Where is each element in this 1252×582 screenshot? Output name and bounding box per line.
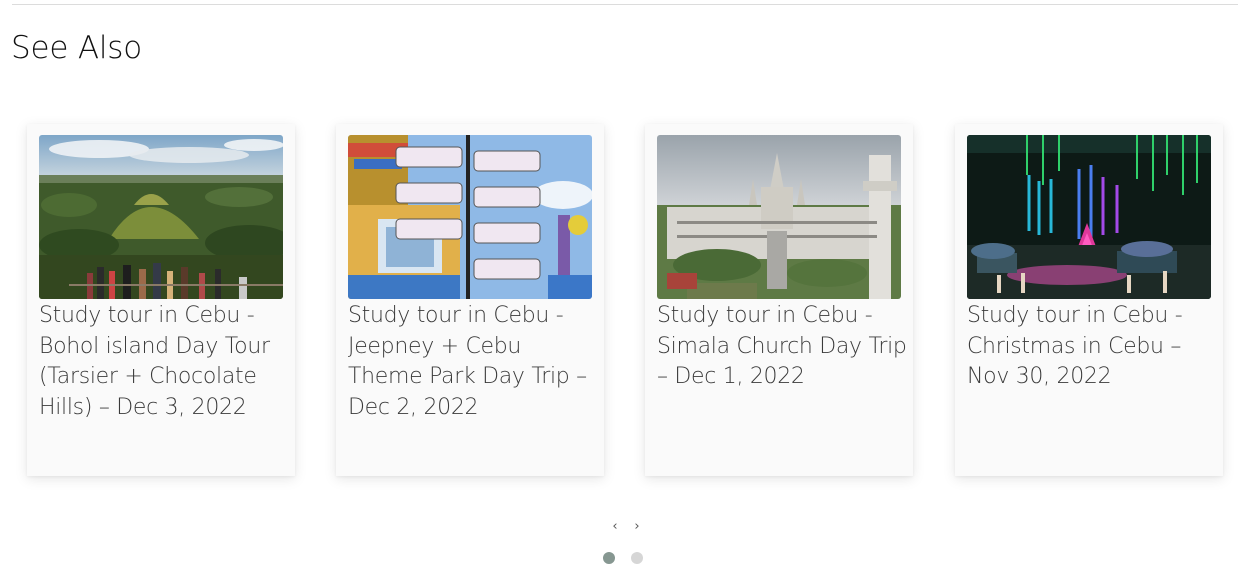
card-image-chocolate-hills[interactable] xyxy=(39,135,283,299)
carousel-dot-1[interactable] xyxy=(603,552,615,564)
card-title[interactable]: Study tour in Cebu - Christmas in Cebu –… xyxy=(967,301,1217,393)
carousel-pagination xyxy=(603,552,643,564)
card-title[interactable]: Study tour in Cebu - Jeepney + Cebu Them… xyxy=(348,301,598,423)
carousel-card-bohol[interactable]: Study tour in Cebu - Bohol island Day To… xyxy=(27,124,295,476)
carousel-nav: ‹ › xyxy=(608,518,644,536)
carousel-prev-button[interactable]: ‹ xyxy=(608,518,622,536)
card-title[interactable]: Study tour in Cebu - Bohol island Day To… xyxy=(39,301,289,423)
carousel-dot-2[interactable] xyxy=(631,552,643,564)
see-also-carousel: Study tour in Cebu - Bohol island Day To… xyxy=(0,0,1252,582)
card-title[interactable]: Study tour in Cebu - Simala Church Day T… xyxy=(657,301,907,393)
carousel-card-jeepney[interactable]: Study tour in Cebu - Jeepney + Cebu Them… xyxy=(336,124,604,476)
card-image-theme-park[interactable] xyxy=(348,135,592,299)
carousel-next-button[interactable]: › xyxy=(630,518,644,536)
card-image-christmas-lights[interactable] xyxy=(967,135,1211,299)
card-image-simala-church[interactable] xyxy=(657,135,901,299)
carousel-card-simala[interactable]: Study tour in Cebu - Simala Church Day T… xyxy=(645,124,913,476)
carousel-card-christmas[interactable]: Study tour in Cebu - Christmas in Cebu –… xyxy=(955,124,1223,476)
